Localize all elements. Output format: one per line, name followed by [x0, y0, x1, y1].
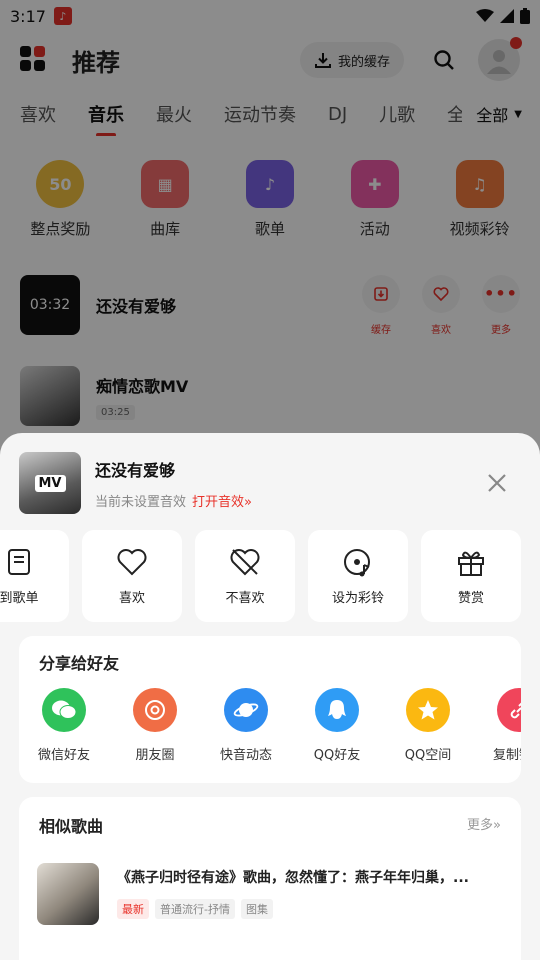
similar-song-item[interactable]: 《燕子归时径有途》歌曲，忽然懂了：燕子年年归巢，... 最新 普通流行-抒情 图…: [37, 863, 507, 925]
song-options-sheet: MV 还没有爱够 当前未设置音效 打开音效» 到歌单 喜欢 不喜欢 设为彩铃 赞…: [0, 433, 540, 960]
open-sound-effect-link[interactable]: 打开音效»: [192, 495, 252, 510]
close-button[interactable]: [481, 467, 513, 499]
qq-icon: [315, 688, 359, 732]
mv-badge: MV: [34, 474, 66, 492]
share-kuaiyin-feed-button[interactable]: 快音动态: [201, 688, 291, 763]
share-qzone-button[interactable]: QQ空间: [383, 688, 473, 763]
sheet-action-row: 到歌单 喜欢 不喜欢 设为彩铃 赞赏: [0, 530, 540, 622]
share-label: 微信好友: [37, 748, 90, 763]
sheet-song-title: 还没有爱够: [95, 460, 176, 480]
reward-button[interactable]: 赞赏: [421, 530, 521, 622]
qzone-star-icon: [406, 688, 450, 732]
similar-song-cover: [37, 863, 99, 925]
share-copy-link-button[interactable]: 复制链接: [474, 688, 521, 763]
wechat-icon: [42, 688, 86, 732]
like-label: 喜欢: [118, 590, 145, 606]
ringtone-icon: [344, 548, 370, 576]
tag-gallery: 图集: [240, 899, 273, 919]
tag-genre: 普通流行-抒情: [155, 899, 235, 919]
similar-more-link[interactable]: 更多»: [467, 814, 501, 833]
share-label: 快音动态: [219, 748, 272, 763]
add-to-playlist-button[interactable]: 到歌单: [0, 530, 69, 622]
similar-song-info: 《燕子归时径有途》歌曲，忽然懂了：燕子年年归巢，... 最新 普通流行-抒情 图…: [117, 863, 497, 925]
set-ringtone-label: 设为彩铃: [331, 590, 384, 606]
like-button[interactable]: 喜欢: [82, 530, 182, 622]
share-label: QQ好友: [313, 748, 361, 763]
share-label: QQ空间: [404, 748, 452, 763]
sheet-song-info: 还没有爱够 当前未设置音效 打开音效»: [95, 457, 252, 510]
song-cover: MV: [19, 452, 81, 514]
add-to-playlist-icon: [8, 548, 30, 575]
share-items: 微信好友 朋友圈 快音动态 QQ好友 QQ空间 复制: [19, 688, 521, 768]
gift-icon: [458, 551, 484, 576]
dislike-button[interactable]: 不喜欢: [195, 530, 295, 622]
similar-songs-card: 相似歌曲 更多» 《燕子归时径有途》歌曲，忽然懂了：燕子年年归巢，... 最新 …: [19, 797, 521, 960]
share-label: 朋友圈: [135, 748, 175, 763]
set-ringtone-button[interactable]: 设为彩铃: [308, 530, 408, 622]
share-title: 分享给好友: [39, 654, 120, 673]
sound-effect-status: 当前未设置音效 打开音效»: [95, 491, 252, 510]
share-qq-button[interactable]: QQ好友: [292, 688, 382, 763]
similar-song-title: 《燕子归时径有途》歌曲，忽然懂了：燕子年年归巢，...: [117, 870, 469, 886]
dislike-heart-icon: [230, 548, 260, 575]
share-label: 复制链接: [492, 748, 521, 763]
planet-icon: [224, 688, 268, 732]
similar-song-tags: 最新 普通流行-抒情 图集: [117, 899, 497, 919]
share-wechat-button[interactable]: 微信好友: [19, 688, 109, 763]
close-icon: [488, 474, 506, 492]
sound-effect-text: 当前未设置音效: [95, 494, 187, 510]
dislike-label: 不喜欢: [225, 590, 265, 606]
reward-label: 赞赏: [457, 590, 484, 606]
similar-songs-title: 相似歌曲: [39, 817, 104, 836]
moments-icon: [133, 688, 177, 732]
tag-newest: 最新: [117, 899, 149, 919]
add-to-playlist-label: 到歌单: [0, 590, 39, 606]
sheet-header: MV 还没有爱够 当前未设置音效 打开音效»: [19, 452, 521, 514]
link-icon: [497, 688, 521, 732]
heart-icon: [117, 548, 147, 575]
share-moments-button[interactable]: 朋友圈: [110, 688, 200, 763]
share-card: 分享给好友 微信好友 朋友圈 快音动态 QQ好友 QQ空间 复制: [19, 636, 521, 783]
